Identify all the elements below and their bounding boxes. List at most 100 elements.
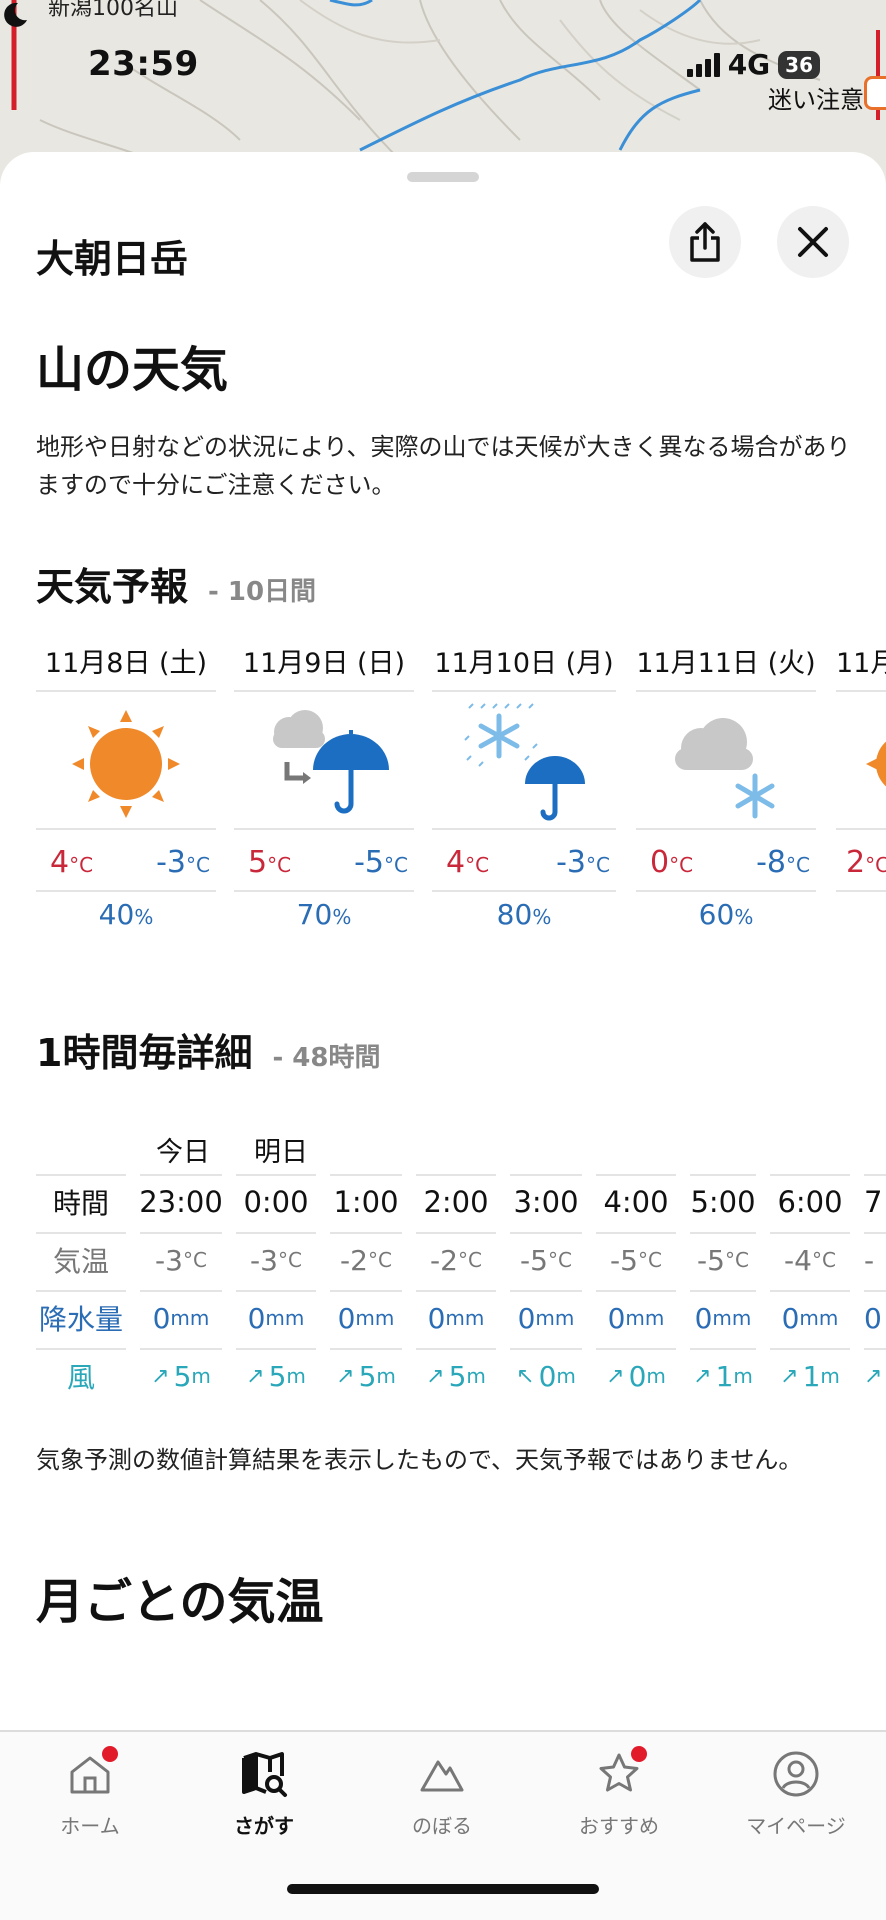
hourly-table[interactable]: 今日 明日 時間 23:00 0:00 1:00 2:00 3:00 4:00 …: [36, 1130, 886, 1398]
forecast-title-text: 天気予報: [36, 565, 189, 609]
tab-mypage[interactable]: マイページ: [726, 1750, 866, 1839]
notification-badge: [631, 1746, 647, 1762]
hourly-time-row: 時間 23:00 0:00 1:00 2:00 3:00 4:00 5:00 6…: [36, 1174, 886, 1232]
hourly-title: 1時間毎詳細 - 48時間: [36, 1022, 380, 1077]
hour-temp: -3 °C: [140, 1232, 222, 1286]
hour-time: 4:00: [596, 1174, 676, 1228]
sunny-icon: [866, 741, 886, 787]
hour-rain: 0 mm: [140, 1290, 222, 1344]
hourly-day-tomorrow: 明日: [254, 1137, 308, 1168]
monthly-temp-title: 月ごとの気温: [36, 1574, 324, 1630]
home-icon: [66, 1746, 118, 1798]
row-label-time: 時間: [36, 1174, 126, 1228]
wind-direction-icon: ↗: [693, 1363, 712, 1389]
status-time: 23:59: [88, 44, 199, 84]
forecast-title: 天気予報 - 10日間: [36, 556, 316, 611]
hour-temp: -2 °C: [330, 1232, 402, 1286]
wind-direction-icon: ↗: [151, 1363, 170, 1389]
hour-rain: 0 mm: [236, 1290, 316, 1344]
network-type: 4G: [727, 48, 771, 81]
hour-wind: ↗ 0 m: [596, 1348, 676, 1402]
hour-rain: 0: [864, 1290, 886, 1344]
precip-probability: 80%: [496, 898, 552, 931]
hour-wind: ↗ 1 m: [690, 1348, 756, 1402]
forecast-weather-cell: [36, 700, 216, 830]
forecast-day: 11月 2°C: [836, 642, 886, 942]
forecast-date: 11月8日 (土): [36, 642, 216, 692]
close-icon: [798, 227, 828, 257]
hour-wind: ↗ 1 m: [770, 1348, 850, 1402]
forecast-date: 11月10日 (月): [432, 642, 616, 692]
wind-direction-icon: ↗: [336, 1363, 355, 1389]
snow-and-rain-icon: [464, 703, 585, 821]
hour-rain: 0 mm: [416, 1290, 496, 1344]
hour-time: 0:00: [236, 1174, 316, 1228]
hour-time: 7: [864, 1174, 886, 1228]
forecast-temps: 0°C -8°C: [636, 834, 816, 892]
map-search-icon: [240, 1750, 288, 1798]
high-temp: 5°C: [248, 844, 292, 880]
forecast-weather-cell: [432, 700, 616, 830]
tab-label: おすすめ: [579, 1814, 659, 1838]
forecast-day: 11月9日 (日) 5°C -5°C 70%: [234, 642, 414, 942]
hour-temp: -5 °C: [596, 1232, 676, 1286]
map-warning-label: 迷い注意: [768, 86, 864, 114]
wind-direction-icon: ↗: [864, 1363, 883, 1389]
hourly-disclaimer: 気象予測の数値計算結果を表示したもので、天気予報ではありません。: [36, 1446, 803, 1474]
hour-wind: ↗ 5 m: [416, 1348, 496, 1402]
user-icon: [772, 1750, 820, 1798]
tab-label: のぼる: [412, 1814, 472, 1838]
mountain-name: 大朝日岳: [36, 237, 189, 281]
weather-section-title: 山の天気: [36, 342, 229, 398]
wind-direction-icon: ↗: [426, 1363, 445, 1389]
hour-wind: ↗ 5 m: [236, 1348, 316, 1402]
high-temp: 4°C: [50, 844, 94, 880]
forecast-range: - 10日間: [208, 577, 317, 607]
forecast-weather-cell: [234, 700, 414, 830]
forecast-date: 11月11日 (火): [636, 642, 816, 692]
hour-rain: 0 mm: [770, 1290, 850, 1344]
row-label-temp: 気温: [36, 1232, 126, 1286]
hour-time: 23:00: [139, 1174, 223, 1228]
forecast-temps: 5°C -5°C: [234, 834, 414, 892]
warning-marker-icon[interactable]: [864, 76, 886, 110]
row-label-wind: 風: [36, 1348, 126, 1402]
tab-climb[interactable]: のぼる: [372, 1750, 512, 1839]
share-icon: [690, 222, 720, 262]
hourly-temp-row: 気温 -3 °C -3 °C -2 °C -2 °C -5 °C -5 °C -5 °C -4…: [36, 1232, 886, 1290]
mountain-detail-sheet: 大朝日岳 山の天気 地形や日射などの状況により、実際の山では天候が大きく異なる場…: [0, 152, 886, 1920]
forecast-temps: 4°C -3°C: [36, 834, 216, 892]
hour-time: 1:00: [330, 1174, 402, 1228]
forecast-weather-cell: [636, 700, 816, 830]
daily-forecast-strip[interactable]: 11月8日 (土) 4°C -3°C 40% 11月9日 (日) 5°C -5°…: [36, 642, 886, 942]
battery-icon: 36: [778, 50, 820, 79]
hourly-range: - 48時間: [272, 1043, 381, 1073]
hourly-title-text: 1時間毎詳細: [36, 1031, 253, 1075]
forecast-date: 11月: [836, 642, 886, 692]
tab-recommend[interactable]: おすすめ: [549, 1746, 689, 1839]
high-temp: 0°C: [650, 844, 694, 880]
low-temp: -5°C: [354, 844, 408, 880]
wind-direction-icon: ↗: [606, 1363, 625, 1389]
sheet-drag-handle[interactable]: [407, 172, 479, 182]
close-button[interactable]: [777, 206, 849, 278]
moon-icon: [4, 2, 28, 27]
hour-temp: -3 °C: [236, 1232, 316, 1286]
hourly-day-today: 今日: [156, 1137, 210, 1168]
notification-badge: [102, 1746, 118, 1762]
star-icon: [595, 1746, 647, 1798]
share-button[interactable]: [669, 206, 741, 278]
high-temp: 2°C: [846, 844, 886, 880]
forecast-temps: 2°C: [836, 834, 886, 892]
hour-wind: ↗: [864, 1348, 886, 1402]
wind-direction-icon: ↗: [780, 1363, 799, 1389]
tab-home[interactable]: ホーム: [20, 1746, 160, 1839]
row-label-rain: 降水量: [36, 1290, 126, 1344]
tab-search[interactable]: さがす: [194, 1750, 334, 1839]
home-indicator[interactable]: [287, 1884, 599, 1894]
hour-time: 6:00: [770, 1174, 850, 1228]
hour-temp: -5 °C: [510, 1232, 582, 1286]
low-temp: -8°C: [756, 844, 810, 880]
low-temp: -3°C: [156, 844, 210, 880]
forecast-temps: 4°C -3°C: [432, 834, 616, 892]
